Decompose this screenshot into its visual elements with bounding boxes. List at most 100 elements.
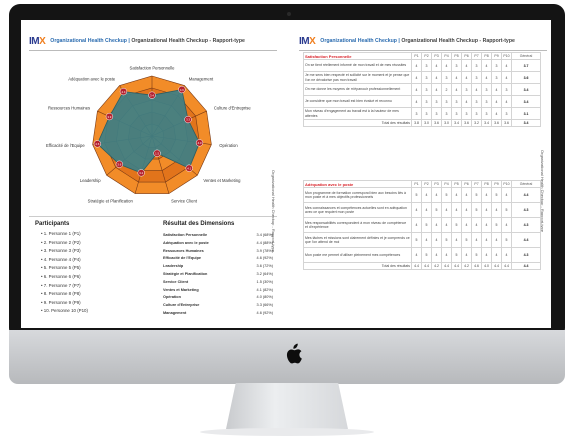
dimension-row: Efficacité de l'Equipe 4.6 (92%): [163, 255, 273, 263]
participants-list: • 1. Personne 1 (P1) • 2. Personne 2 (P2)…: [41, 230, 88, 316]
dimension-value: 4.6 (92%): [256, 256, 273, 261]
score-cell: 4: [451, 187, 462, 203]
table-row: Mon niveau d'engagement au travail est à…: [303, 107, 541, 120]
score-cell: 4: [431, 247, 442, 263]
score-cell: 5: [471, 187, 482, 203]
score-cell: 3: [421, 71, 432, 84]
score-cell: 4: [441, 202, 452, 218]
score-cell: 4: [491, 202, 502, 218]
dimension-row: Leadership 3.6 (72%): [163, 263, 273, 271]
average-cell: 4.3: [511, 217, 541, 233]
question-cell: Mon poste me permet d'utiliser pleinemen…: [303, 247, 412, 263]
score-cell: 5: [501, 202, 512, 218]
stand-shadow: [200, 428, 374, 436]
score-cell: 3: [451, 107, 462, 120]
app-title: Organizational Health Checkup: [320, 38, 397, 44]
column-header: P8: [481, 52, 492, 60]
total-cell: 3.0: [441, 119, 452, 127]
score-cell: 4: [481, 232, 492, 248]
score-cell: 3: [491, 59, 502, 72]
score-cell: 4: [481, 71, 492, 84]
score-cell: 4: [491, 107, 502, 120]
column-header: P3: [431, 180, 442, 188]
webcam-icon: [287, 12, 291, 16]
participant-item: • 6. Personne 6 (P6): [41, 273, 81, 279]
radar-data-label: 3.3: [186, 118, 190, 122]
radar-chart: 3.4 4.6 3.3 4.0 4.1 1.5 3.2 3.6 4.6 3.9 4.4 Satisfa…: [46, 66, 251, 204]
score-cell: 5: [411, 187, 422, 203]
score-cell: 3: [451, 59, 462, 72]
score-cell: 3: [431, 107, 442, 120]
column-header: P10: [501, 52, 512, 60]
radar-data-label: 3.9: [107, 115, 111, 119]
dimension-value: 3.2 (64%): [256, 271, 273, 276]
score-cell: 4: [501, 247, 512, 263]
score-cell: 4: [481, 187, 492, 203]
score-cell: 4: [471, 217, 482, 233]
score-cell: 4: [411, 247, 422, 263]
score-cell: 4: [491, 83, 502, 96]
score-cell: 5: [421, 247, 432, 263]
score-cell: 3: [471, 71, 482, 84]
radar-axis-label: Satisfaction Personnelle: [130, 66, 176, 71]
score-cell: 2: [441, 83, 452, 96]
table-row: Mes responsabilités correspondent à mon …: [303, 217, 541, 233]
monitor-stand: [226, 383, 348, 429]
column-header: P5: [451, 180, 462, 188]
score-cell: 5: [441, 232, 452, 248]
score-cell: 5: [501, 232, 512, 248]
score-cell: 4: [451, 232, 462, 248]
radar-axis-label: Management: [189, 76, 214, 81]
score-cell: 4: [431, 217, 442, 233]
participant-item: • 7. Personne 7 (P7): [41, 282, 81, 288]
table-row: Mes tâches et missions sont clairement d…: [303, 232, 541, 248]
score-cell: 4: [411, 217, 422, 233]
radar-data-label: 3.4: [150, 93, 154, 97]
average-cell: 4.3: [511, 202, 541, 218]
dimension-row: Stratégie et Planification 3.2 (64%): [163, 271, 273, 279]
score-cell: 5: [431, 202, 442, 218]
score-cell: 3: [461, 107, 472, 120]
column-header: P5: [451, 52, 462, 60]
score-cell: 4: [431, 187, 442, 203]
score-cell: 4: [501, 71, 512, 84]
question-cell: Mes connaissances et compétences actuell…: [303, 202, 412, 218]
total-cell: 4.4: [411, 262, 422, 270]
score-cell: 4: [431, 71, 442, 84]
page-title: Organizational Health Checkup | Organiza…: [320, 38, 515, 44]
score-cell: 4: [461, 95, 472, 108]
question-cell: Je considère que mon travail est bien év…: [303, 95, 412, 108]
app-title: Organizational Health Checkup: [50, 38, 127, 44]
apple-logo-icon: [286, 343, 302, 364]
participant-item: • 2. Personne 2 (P2): [41, 239, 81, 245]
total-cell: 4.2: [461, 262, 472, 270]
score-cell: 3: [451, 95, 462, 108]
score-cell: 3: [441, 71, 452, 84]
score-cell: 4: [501, 217, 512, 233]
participant-item: • 8. Personne 8 (P8): [41, 291, 81, 297]
score-cell: 4: [501, 59, 512, 72]
radar-data-label: 4.6: [95, 142, 99, 146]
results-table: Adéquation avec le poste P1 P2 P3 P4 P5 P6 P7 P8…: [303, 180, 541, 270]
total-cell: 3.8: [411, 119, 422, 127]
score-cell: 3: [421, 83, 432, 96]
total-row: Total des résultats 3.8 3.0 3.6 3.0 3.4 3.6 3.2…: [303, 119, 541, 127]
radar-axis-label: Efficacité de l'Equipe: [46, 143, 85, 148]
score-cell: 4: [441, 217, 452, 233]
participant-item: • 3. Personne 3 (P3): [41, 248, 81, 254]
total-cell: 3.2: [471, 119, 482, 127]
dimension-name: Culture d'Entreprise: [163, 303, 200, 308]
dimension-name: Management: [163, 310, 187, 315]
score-cell: 5: [471, 247, 482, 263]
column-header: P10: [501, 180, 512, 188]
total-cell: 4.4: [491, 262, 502, 270]
participant-item: • 1. Personne 1 (P1): [41, 231, 81, 236]
total-cell: 3.6: [491, 119, 502, 127]
score-cell: 3: [481, 83, 492, 96]
column-header: P6: [461, 180, 472, 188]
table-row: Mon programme de formation correspond bi…: [303, 187, 541, 203]
question-cell: Mon niveau d'engagement au travail est à…: [303, 107, 412, 120]
participant-item: • 5. Personne 5 (P5): [41, 265, 81, 271]
score-cell: 4: [461, 59, 472, 72]
dimensions-list: Satisfaction Personnelle 3.4 (68%) Adéquat…: [163, 232, 273, 318]
